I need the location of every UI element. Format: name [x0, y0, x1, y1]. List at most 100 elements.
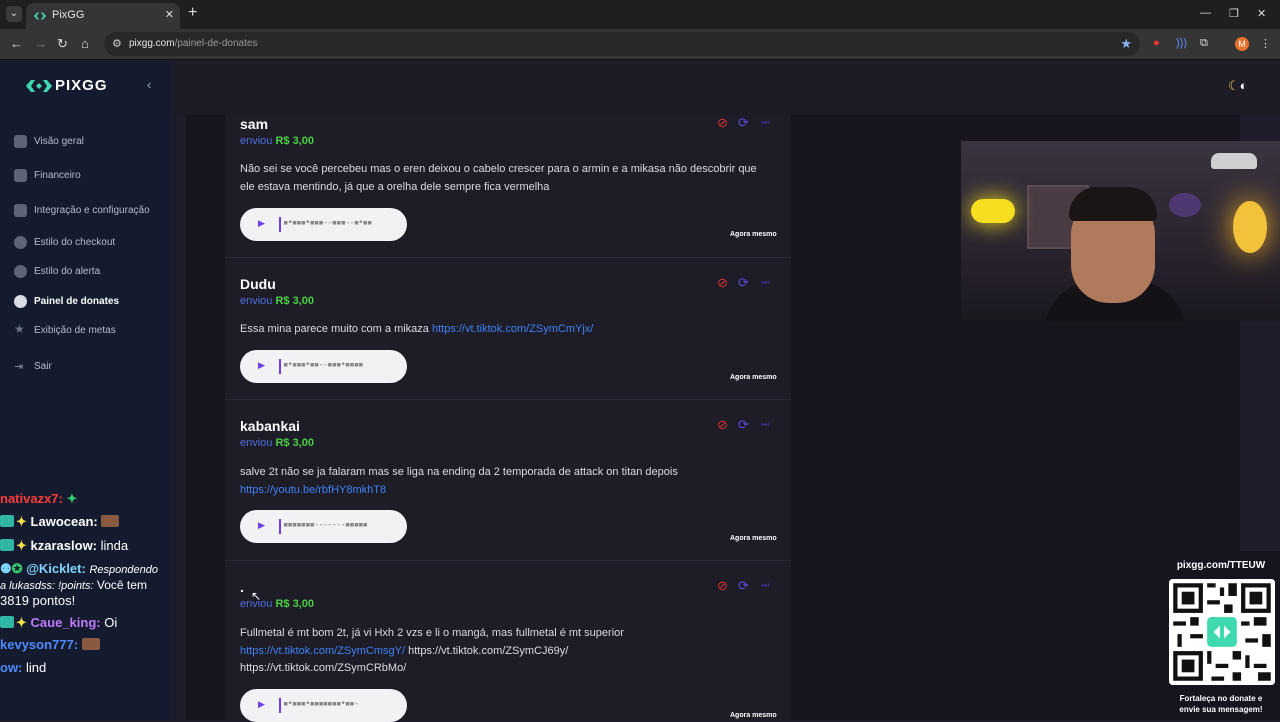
- donation-message: salve 2t não se ja falaram mas se liga n…: [240, 466, 678, 496]
- reload-icon[interactable]: ↻: [57, 36, 68, 52]
- play-icon[interactable]: ▶: [258, 218, 265, 229]
- star-icon: ★: [14, 322, 25, 336]
- back-icon[interactable]: ←: [10, 36, 23, 51]
- playhead[interactable]: [279, 519, 281, 534]
- skip-icon[interactable]: ⏭: [761, 580, 769, 591]
- waveform: ▪•▪▪▪•▪▪--▪▪▪•▪▪▪▪: [283, 360, 364, 370]
- theme-toggle-icon[interactable]: ☾◐: [1228, 78, 1248, 94]
- tab-close-icon[interactable]: ✕: [165, 8, 174, 21]
- donor-name: sam: [240, 116, 269, 132]
- chat-message: ✦ kzaraslow: linda: [0, 538, 128, 554]
- chat-message: ⚉✪ @Kicklet: Respondendo: [0, 561, 158, 576]
- home-icon[interactable]: ⌂: [81, 36, 89, 51]
- donation-card: sam enviou R$ 3,00 Não sei se você perce…: [225, 115, 791, 258]
- restore-icon[interactable]: ❐: [1229, 7, 1239, 20]
- donation-time: Agora mesmo: [730, 712, 777, 719]
- pixgg-favicon-icon: [34, 12, 46, 20]
- forward-icon[interactable]: →: [34, 36, 47, 51]
- chat-message: ✦ Lawocean:: [0, 514, 121, 530]
- qr-code-icon[interactable]: [1169, 579, 1275, 685]
- message-plain-link: https://vt.tiktok.com/ZSymCRbMo/: [240, 662, 407, 674]
- donation-message: Fullmetal é mt bom 2t, já vi Hxh 2 vzs e…: [240, 627, 624, 674]
- donation-message: Essa mina parece muito com a mikaza http…: [240, 323, 594, 335]
- chat-message: ✦ Caue_king: Oi: [0, 615, 117, 631]
- webcam-feed: [961, 141, 1280, 321]
- sub-badge-icon: [0, 515, 14, 527]
- donation-time: Agora mesmo: [730, 535, 777, 542]
- tab-search-button[interactable]: ⌄: [6, 6, 22, 22]
- playhead[interactable]: [279, 217, 281, 232]
- block-icon[interactable]: ⊘: [717, 275, 728, 291]
- play-icon[interactable]: ▶: [258, 360, 265, 371]
- donation-card: . enviou R$ 3,00 Fullmetal é mt bom 2t, …: [225, 561, 791, 722]
- play-icon[interactable]: ▶: [258, 699, 265, 710]
- audio-player[interactable]: ▶ ▪▪▪▪▪▪▪-------▪▪▪▪▪: [240, 510, 407, 543]
- browser-tabbar: ⌄ PixGG ✕ + — ❐ ✕: [0, 0, 1280, 29]
- play-icon[interactable]: ▶: [258, 520, 265, 531]
- lamp-light: [971, 199, 1015, 223]
- palette-icon: [14, 236, 27, 249]
- donation-card: kabankai enviou R$ 3,00 salve 2t não se …: [225, 400, 791, 561]
- home-icon: [14, 135, 27, 148]
- site-info-icon[interactable]: ⚙: [112, 37, 122, 50]
- donor-name: .: [240, 579, 244, 595]
- replay-icon[interactable]: ⟳: [738, 578, 749, 594]
- replay-icon[interactable]: ⟳: [738, 115, 749, 131]
- donation-amount-line: enviou R$ 3,00: [240, 135, 315, 147]
- emote-icon: ✦: [66, 491, 78, 506]
- message-link[interactable]: https://vt.tiktok.com/ZSymCmsgY/: [240, 645, 405, 657]
- extension-red-icon[interactable]: ●: [1153, 37, 1160, 49]
- audio-player[interactable]: ▶ ▪•▪▪▪•▪▪▪▪▪▪▪•▪▪-: [240, 689, 407, 722]
- skip-icon[interactable]: ⏭: [761, 277, 769, 288]
- donation-message: Não sei se você percebeu mas o eren deix…: [240, 163, 757, 193]
- logout-icon: ⇥: [14, 361, 24, 373]
- qr-caption: Fortaleça no donate e envie sua mensagem!: [1179, 694, 1263, 714]
- wallet-icon: [14, 169, 27, 182]
- sub-badge-icon: [0, 616, 14, 628]
- extensions-puzzle-icon[interactable]: ⧉: [1200, 37, 1208, 50]
- browser-menu-icon[interactable]: ⋮: [1260, 37, 1271, 50]
- block-icon[interactable]: ⊘: [717, 417, 728, 433]
- block-icon[interactable]: ⊘: [717, 578, 728, 594]
- verified-badge-icon: ✪: [11, 561, 23, 576]
- minimize-icon[interactable]: —: [1200, 7, 1211, 19]
- mouse-cursor-icon: ↖: [251, 589, 262, 603]
- emote-icon: [81, 638, 100, 650]
- chat-message: ow: lind: [0, 660, 47, 675]
- audio-player[interactable]: ▶ ▪•▪▪▪•▪▪▪--▪▪▪--▪•▪▪: [240, 208, 407, 241]
- message-plain-link: https://vt.tiktok.com/ZSymCJ69y/: [408, 644, 569, 657]
- new-tab-icon[interactable]: +: [188, 5, 197, 21]
- chat-message: a lukasdss: !points: Você tem: [0, 578, 147, 592]
- tab-title: PixGG: [52, 9, 85, 21]
- heart-decoration: [1169, 193, 1201, 217]
- playhead[interactable]: [279, 359, 281, 374]
- browser-tab[interactable]: PixGG ✕: [26, 3, 180, 29]
- playhead[interactable]: [279, 698, 281, 713]
- skip-icon[interactable]: ⏭: [761, 419, 769, 430]
- qr-url: pixgg.com/TTEUW: [1176, 560, 1266, 571]
- browser-toolbar: ← → ↻ ⌂ ⚙ pixgg.com/painel-de-donates ★ …: [0, 29, 1280, 60]
- extension-audio-icon[interactable]: ))): [1176, 37, 1187, 49]
- replay-icon[interactable]: ⟳: [738, 417, 749, 433]
- audio-player[interactable]: ▶ ▪•▪▪▪•▪▪--▪▪▪•▪▪▪▪: [240, 350, 407, 383]
- block-icon[interactable]: ⊘: [717, 115, 728, 131]
- chat-message: 3819 pontos!: [0, 593, 76, 608]
- donor-name: Dudu: [240, 276, 276, 292]
- bookmark-star-icon[interactable]: ★: [1120, 36, 1132, 52]
- collapse-sidebar-icon[interactable]: ‹: [147, 77, 151, 92]
- close-icon[interactable]: ✕: [1257, 7, 1266, 20]
- profile-avatar[interactable]: M: [1235, 37, 1249, 51]
- emote-icon: [101, 515, 120, 527]
- chat-message: kevyson777:: [0, 637, 102, 652]
- sparkle-badge-icon: ✦: [16, 538, 27, 553]
- replay-icon[interactable]: ⟳: [738, 275, 749, 291]
- users-icon: [14, 295, 27, 308]
- donate-qr-widget: pixgg.com/TTEUW Fortaleça no donate e env…: [1162, 551, 1280, 720]
- skip-icon[interactable]: ⏭: [761, 117, 769, 128]
- top-header: [170, 61, 1280, 115]
- url-text: pixgg.com/painel-de-donates: [129, 38, 258, 49]
- waveform: ▪▪▪▪▪▪▪-------▪▪▪▪▪: [283, 520, 368, 530]
- message-link[interactable]: https://youtu.be/rbfHY8mkhT8: [240, 484, 386, 496]
- message-link[interactable]: https://vt.tiktok.com/ZSymCmYjx/: [432, 323, 593, 335]
- address-bar[interactable]: ⚙ pixgg.com/painel-de-donates ★: [104, 32, 1140, 56]
